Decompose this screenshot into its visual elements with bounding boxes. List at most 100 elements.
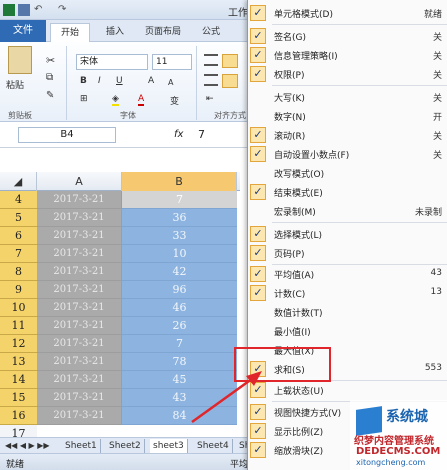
- cell-b[interactable]: 96: [122, 281, 237, 299]
- menu-item-permission[interactable]: ✓ 权限(P) 关: [248, 65, 447, 84]
- cell-a[interactable]: 2017-3-21: [37, 245, 122, 263]
- redo-icon[interactable]: ↷: [58, 4, 70, 16]
- phonetic-button[interactable]: 变: [170, 94, 179, 107]
- menu-item-numeric-count[interactable]: 数值计数(T): [248, 303, 447, 322]
- column-header-b[interactable]: B: [122, 172, 237, 191]
- cell-b[interactable]: 43: [122, 389, 237, 407]
- menu-item-overtype[interactable]: 改写模式(O): [248, 164, 447, 183]
- menu-item-count[interactable]: ✓ 计数(C) 13: [248, 284, 447, 303]
- sheet-tab[interactable]: Sheet1: [62, 439, 101, 453]
- row-header[interactable]: 6: [0, 227, 37, 245]
- menu-item-caps[interactable]: 大写(K) 关: [248, 88, 447, 107]
- grow-font-button[interactable]: A: [148, 76, 154, 86]
- cell-b[interactable]: 10: [122, 245, 237, 263]
- cell-b[interactable]: 84: [122, 407, 237, 425]
- menu-item-average[interactable]: ✓ 平均值(A) 43: [248, 265, 447, 284]
- row-header[interactable]: 11: [0, 317, 37, 335]
- cell-b[interactable]: 36: [122, 209, 237, 227]
- cell-b[interactable]: 26: [122, 317, 237, 335]
- row-header[interactable]: 14: [0, 371, 37, 389]
- group-separator: [66, 46, 67, 120]
- row-header[interactable]: 16: [0, 407, 37, 425]
- menu-item-label: 单元格模式(D): [274, 10, 333, 20]
- cell-b[interactable]: 42: [122, 263, 237, 281]
- cell-a[interactable]: 2017-3-21: [37, 353, 122, 371]
- menu-item-upload-status[interactable]: ✓ 上载状态(U): [248, 381, 447, 400]
- menu-item-end-mode[interactable]: ✓ 结束模式(E): [248, 183, 447, 202]
- menu-item-page-number[interactable]: ✓ 页码(P): [248, 244, 447, 263]
- cell-a[interactable]: 2017-3-21: [37, 227, 122, 245]
- cell-b[interactable]: 78: [122, 353, 237, 371]
- cell-a[interactable]: 2017-3-21: [37, 209, 122, 227]
- cell-b[interactable]: 7: [122, 191, 237, 209]
- cell-a[interactable]: 2017-3-21: [37, 263, 122, 281]
- tab-insert[interactable]: 插入: [100, 23, 130, 42]
- cell-b[interactable]: 7: [122, 335, 237, 353]
- paste-button[interactable]: 粘贴: [6, 78, 24, 91]
- cell-a[interactable]: 2017-3-21: [37, 317, 122, 335]
- border-icon[interactable]: ⊞: [80, 94, 88, 104]
- name-box[interactable]: B4: [18, 127, 116, 143]
- menu-item-fixed-decimal[interactable]: ✓ 自动设置小数点(F) 关: [248, 145, 447, 164]
- menu-item-macro-recording[interactable]: 宏录制(M) 未录制: [248, 202, 447, 221]
- menu-item-numlock[interactable]: 数字(N) 开: [248, 107, 447, 126]
- sheet-nav-icon[interactable]: ◀◀ ◀ ▶ ▶▶: [2, 439, 53, 453]
- row-header[interactable]: 5: [0, 209, 37, 227]
- row-header[interactable]: 15: [0, 389, 37, 407]
- menu-item-cell-mode[interactable]: ✓ 单元格模式(D) 就绪: [248, 4, 447, 23]
- menu-item-minimum[interactable]: 最小值(I): [248, 322, 447, 341]
- fill-color-icon[interactable]: ◈: [112, 94, 119, 106]
- save-icon[interactable]: [18, 4, 30, 16]
- menu-item-scroll[interactable]: ✓ 滚动(R) 关: [248, 126, 447, 145]
- undo-icon[interactable]: ↶: [34, 4, 46, 16]
- column-header-a[interactable]: A: [37, 172, 122, 191]
- cell-a[interactable]: 2017-3-21: [37, 407, 122, 425]
- sheet-tab[interactable]: Sheet2: [106, 439, 145, 453]
- tab-home[interactable]: 开始: [50, 23, 90, 42]
- align-middle-icon[interactable]: [222, 54, 238, 68]
- function-icon[interactable]: fx: [174, 129, 183, 140]
- tab-formulas[interactable]: 公式: [196, 23, 226, 42]
- cell-a[interactable]: 2017-3-21: [37, 389, 122, 407]
- cell-b[interactable]: 45: [122, 371, 237, 389]
- menu-item-policy[interactable]: ✓ 信息管理策略(I) 关: [248, 46, 447, 65]
- row-header[interactable]: 9: [0, 281, 37, 299]
- menu-item-selection-mode[interactable]: ✓ 选择模式(L): [248, 225, 447, 244]
- bold-button[interactable]: B: [80, 76, 87, 86]
- cell-a[interactable]: 2017-3-21: [37, 299, 122, 317]
- cell-a[interactable]: 2017-3-21: [37, 191, 122, 209]
- row-header[interactable]: 12: [0, 335, 37, 353]
- cell-b[interactable]: 46: [122, 299, 237, 317]
- cell-a[interactable]: 2017-3-21: [37, 371, 122, 389]
- row-header[interactable]: 7: [0, 245, 37, 263]
- row-header[interactable]: 10: [0, 299, 37, 317]
- cell-b[interactable]: 33: [122, 227, 237, 245]
- font-color-button[interactable]: A: [138, 94, 145, 106]
- menu-item-signature[interactable]: ✓ 签名(G) 关: [248, 27, 447, 46]
- cell-a[interactable]: 2017-3-21: [37, 281, 122, 299]
- row-header[interactable]: 4: [0, 191, 37, 209]
- row-header[interactable]: 8: [0, 263, 37, 281]
- menu-item-label: 平均值(A): [274, 271, 315, 281]
- sheet-tab-active[interactable]: sheet3: [150, 439, 188, 453]
- sheet-tab[interactable]: Sheet4: [194, 439, 233, 453]
- italic-button[interactable]: I: [98, 76, 101, 86]
- tab-file[interactable]: 文件: [0, 20, 46, 42]
- align-top-icon[interactable]: [204, 54, 218, 66]
- align-center-icon[interactable]: [222, 74, 238, 88]
- row-header[interactable]: 13: [0, 353, 37, 371]
- format-painter-icon[interactable]: ✎: [46, 90, 54, 101]
- formula-input[interactable]: 7: [198, 128, 205, 141]
- cut-icon[interactable]: ✂: [46, 54, 55, 67]
- copy-icon[interactable]: ⧉: [46, 72, 53, 83]
- shrink-font-button[interactable]: A: [168, 78, 173, 87]
- underline-button[interactable]: U: [116, 76, 123, 86]
- cell-a[interactable]: 2017-3-21: [37, 335, 122, 353]
- indent-icon[interactable]: ⇤: [206, 94, 214, 104]
- select-all-corner[interactable]: ◢: [0, 172, 37, 191]
- tab-page-layout[interactable]: 页面布局: [140, 23, 186, 42]
- font-size-select[interactable]: 11: [152, 54, 192, 70]
- paste-icon[interactable]: [8, 46, 32, 74]
- align-left-icon[interactable]: [204, 74, 218, 86]
- font-name-select[interactable]: 宋体: [76, 54, 148, 70]
